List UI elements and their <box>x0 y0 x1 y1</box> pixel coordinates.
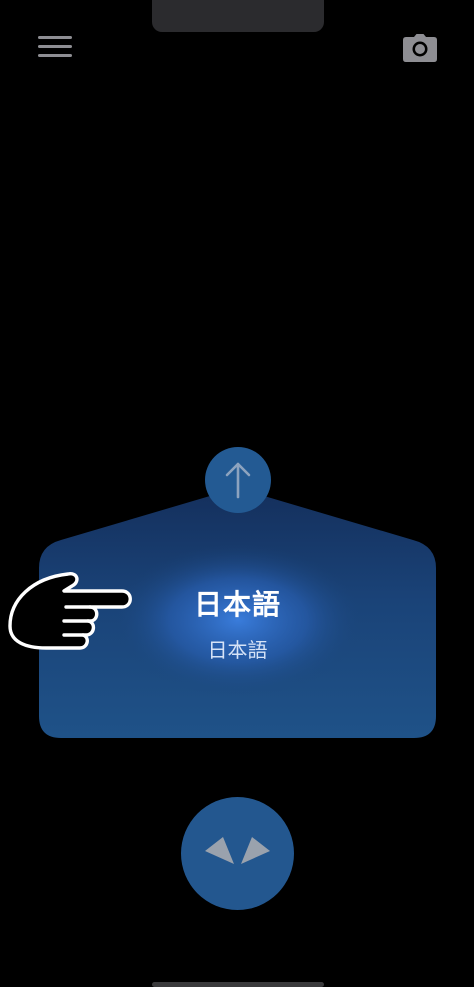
arrow-up-icon <box>225 462 251 499</box>
chevrons-swap-icon <box>205 837 270 864</box>
camera-button[interactable] <box>403 34 437 62</box>
menu-button[interactable] <box>38 36 72 60</box>
camera-icon <box>403 34 437 62</box>
device-notch <box>152 0 324 32</box>
home-indicator <box>152 982 324 987</box>
up-button[interactable] <box>205 447 271 513</box>
hamburger-menu-icon <box>38 36 72 39</box>
pointing-hand-icon <box>6 566 134 664</box>
app-screen: 日本語 日本語 <box>0 0 474 987</box>
swap-button[interactable] <box>181 797 294 910</box>
